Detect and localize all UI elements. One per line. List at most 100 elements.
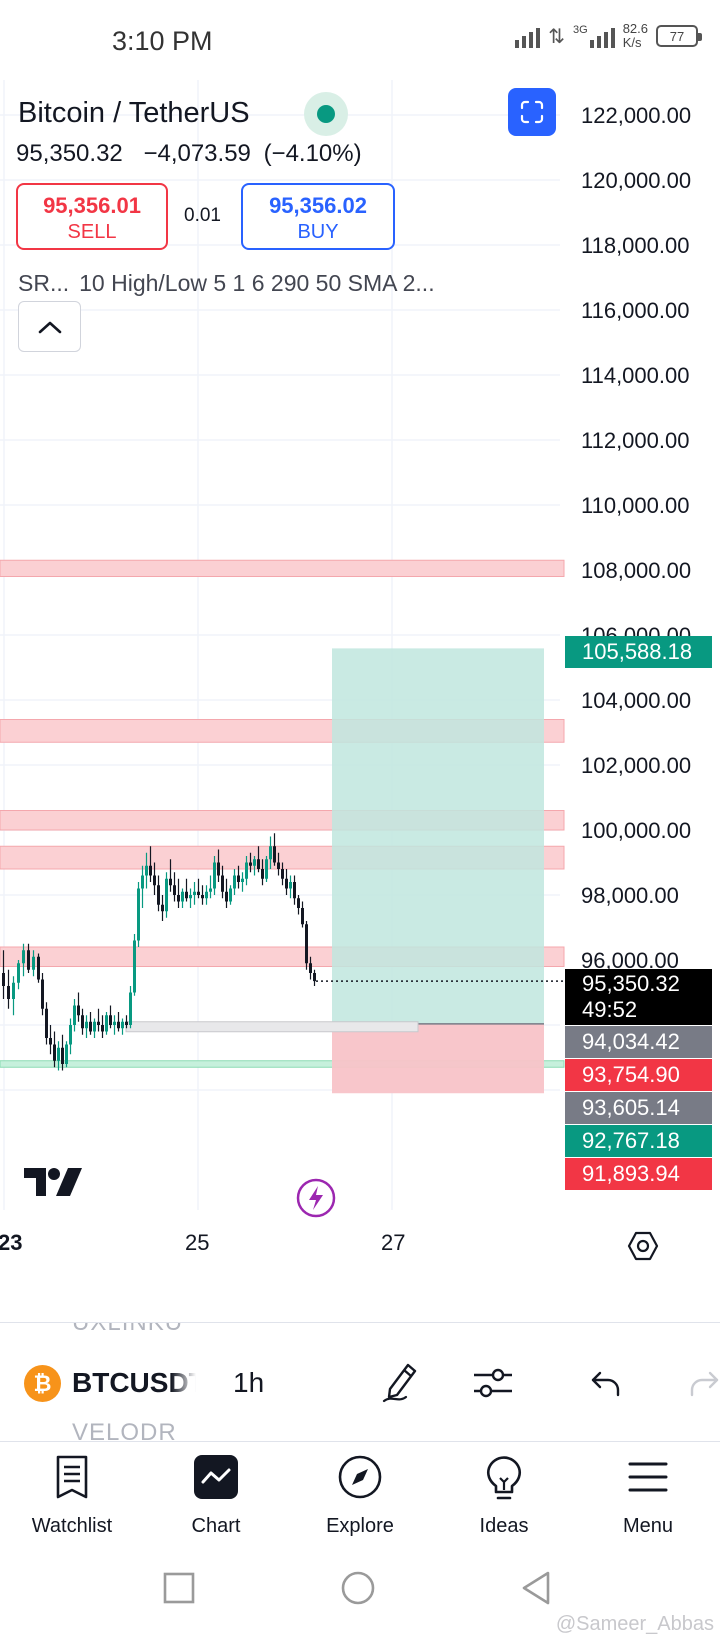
candle-down — [249, 862, 252, 866]
price-axis-label: 120,000.00 — [581, 168, 692, 193]
interval-selector[interactable]: 1h — [233, 1367, 264, 1399]
candle-up — [189, 895, 192, 899]
candle-up — [145, 865, 148, 876]
nav-chart-label: Chart — [191, 1515, 241, 1537]
candle-down — [41, 979, 44, 1009]
symbol-toolbar: UXLINKU ₿ BTCUSDT VELODR 1h — [0, 1322, 720, 1442]
candle-up — [141, 875, 144, 889]
speed-unit: K/s — [622, 35, 642, 50]
status-icons: ⇅ 3G 82.6 K/s 77 — [515, 21, 702, 50]
candle-up — [69, 1025, 72, 1045]
undo-icon[interactable] — [590, 1369, 622, 1402]
candle-down — [285, 878, 288, 889]
buy-price: 95,356.02 — [269, 193, 367, 218]
candle-down — [177, 895, 180, 902]
chart-settings-icon[interactable] — [627, 1231, 659, 1266]
lightning-icon[interactable] — [296, 1178, 336, 1223]
candle-up — [12, 982, 15, 999]
candle-down — [101, 1025, 104, 1032]
candle-up — [73, 1005, 76, 1025]
price-change: −4,073.59 — [143, 140, 251, 167]
candle-down — [81, 1015, 84, 1029]
candle-up — [137, 888, 140, 941]
candle-down — [237, 875, 240, 882]
buy-button[interactable]: 95,356.02 BUY — [241, 183, 395, 250]
battery-icon: 77 — [656, 25, 702, 47]
bitcoin-icon[interactable]: ₿ — [24, 1365, 61, 1402]
candle-up — [165, 878, 168, 912]
price-axis-label: 102,000.00 — [581, 753, 692, 778]
fullscreen-button[interactable] — [508, 88, 556, 136]
data-arrows-icon: ⇅ — [548, 25, 565, 48]
candle-down — [313, 973, 316, 982]
candle-down — [301, 908, 304, 925]
indicators-sliders-icon[interactable] — [472, 1365, 514, 1406]
collapse-legend-button[interactable] — [18, 301, 81, 352]
candle-down — [97, 1021, 100, 1025]
candle-down — [257, 859, 260, 869]
candle-up — [85, 1021, 88, 1029]
price-axis-label: 104,000.00 — [581, 688, 692, 713]
price-axis-label: 114,000.00 — [581, 363, 690, 388]
speed-value: 82.6 — [622, 21, 648, 36]
redo-icon[interactable] — [688, 1369, 720, 1402]
symbol-selector[interactable]: BTCUSDT — [72, 1367, 196, 1399]
last-price: 95,350.32 — [16, 140, 123, 167]
candle-up — [209, 888, 212, 892]
candle-up — [17, 963, 20, 983]
candle-up — [133, 940, 136, 993]
sell-price: 95,356.01 — [43, 193, 141, 218]
watchlist-icon — [52, 1454, 92, 1505]
nav-menu-label: Menu — [622, 1515, 674, 1537]
candle-up — [32, 956, 35, 970]
draw-pen-icon[interactable] — [380, 1359, 422, 1408]
nav-chart[interactable]: Chart — [144, 1442, 288, 1552]
last-price-tag-value: 95,350.32 — [582, 971, 680, 996]
candle-down — [169, 878, 172, 886]
compass-icon — [337, 1454, 383, 1505]
candle-down — [117, 1021, 120, 1029]
price-axis-label: 116,000.00 — [581, 298, 690, 323]
indicator-params: 10 High/Low 5 1 6 290 50 SMA 2... — [79, 270, 435, 296]
indicator-short: SR... — [18, 270, 70, 296]
price-axis-label: 112,000.00 — [581, 428, 690, 453]
spread-value: 0.01 — [184, 205, 221, 226]
price-axis-label: 98,000.00 — [581, 883, 679, 908]
candle-down — [89, 1021, 92, 1032]
tradingview-logo[interactable] — [22, 1166, 84, 1203]
candle-up — [93, 1021, 96, 1032]
recent-apps-icon[interactable] — [163, 1572, 195, 1609]
home-icon[interactable] — [340, 1570, 376, 1611]
candle-up — [193, 891, 196, 895]
candle-up — [269, 846, 272, 860]
time-axis-label-25: 25 — [185, 1230, 210, 1255]
price-axis-label: 100,000.00 — [581, 818, 692, 843]
candle-up — [233, 875, 236, 889]
back-icon[interactable] — [520, 1570, 552, 1611]
status-bar: 3:10 PM ⇅ 3G 82.6 K/s 77 — [0, 0, 720, 80]
watermark: @Sameer_Abbas — [555, 1613, 714, 1635]
nav-ideas[interactable]: Ideas — [432, 1442, 576, 1552]
tradingview-logo-icon — [24, 1168, 82, 1196]
candle-down — [173, 885, 176, 895]
chart-area[interactable]: Bitcoin / TetherUS 95,350.32 −4,073.59 (… — [0, 80, 720, 1320]
watchlist-ghost-top: UXLINKU — [72, 1322, 184, 1336]
candle-down — [125, 1021, 128, 1025]
battery-level: 77 — [669, 28, 685, 44]
indicators-legend[interactable]: SR... 10 High/Low 5 1 6 290 50 SMA 2... — [18, 270, 435, 297]
candle-up — [265, 859, 268, 879]
nav-menu[interactable]: Menu — [576, 1442, 720, 1552]
candle-down — [261, 869, 264, 879]
sell-label: SELL — [67, 221, 117, 243]
candle-down — [273, 846, 276, 863]
sell-button[interactable]: 95,356.01 SELL — [16, 183, 168, 250]
nav-watchlist[interactable]: Watchlist — [0, 1442, 144, 1552]
nav-explore[interactable]: Explore — [288, 1442, 432, 1552]
status-time: 3:10 PM — [112, 26, 213, 56]
candle-up — [65, 1044, 68, 1064]
candle-down — [45, 1008, 48, 1038]
candle-up — [181, 891, 184, 902]
candle-up — [229, 888, 232, 902]
candle-down — [77, 1005, 80, 1016]
symbol-title[interactable]: Bitcoin / TetherUS — [18, 97, 250, 130]
